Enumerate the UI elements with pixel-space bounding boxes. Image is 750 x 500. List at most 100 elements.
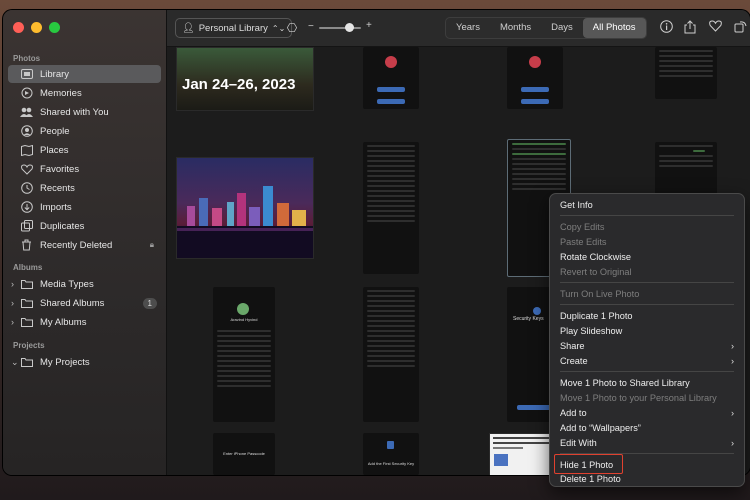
tab-years[interactable]: Years [446, 18, 490, 38]
zoom-slider-knob[interactable] [345, 23, 354, 32]
sidebar-item-label: Shared with You [40, 106, 109, 118]
menu-item-label: Add to [560, 408, 587, 418]
view-tabs: Years Months Days All Photos [445, 17, 647, 39]
minimize-button[interactable] [31, 22, 42, 33]
chevron-right-icon[interactable]: › [11, 279, 14, 289]
slideshow-icon[interactable]: ⎔ [284, 20, 300, 36]
photo-thumbnail-article[interactable] [489, 433, 553, 475]
chevron-right-icon: › [730, 438, 734, 448]
zoom-out-button[interactable]: − [308, 21, 314, 32]
folder-icon [20, 316, 33, 329]
person-icon: 👤︎ [182, 22, 195, 34]
tab-days[interactable]: Days [541, 18, 583, 38]
map-icon [20, 144, 33, 157]
chevron-right-icon[interactable]: › [11, 298, 14, 308]
menu-item-add-to[interactable]: Add to › [556, 406, 738, 420]
library-selector-label: Personal Library [198, 22, 268, 34]
import-icon [20, 201, 33, 214]
sidebar-section-projects: Projects [13, 341, 45, 350]
clock-icon [20, 182, 33, 195]
menu-item-play-slideshow[interactable]: Play Slideshow [556, 324, 738, 338]
date-header: Jan 24–26, 2023 [182, 76, 296, 93]
tab-all-photos[interactable]: All Photos [582, 18, 646, 38]
photo-thumbnail-city-skyline[interactable] [176, 157, 314, 259]
sidebar-item-imports[interactable]: Imports [8, 198, 161, 216]
menu-item-duplicate[interactable]: Duplicate 1 Photo [556, 309, 738, 323]
photo-thumbnail[interactable] [655, 47, 717, 99]
photo-thumbnail[interactable] [363, 287, 419, 422]
sidebar-item-label: Favorites [40, 163, 80, 175]
photo-thumbnail[interactable] [507, 47, 563, 109]
menu-item-rotate-clockwise[interactable]: Rotate Clockwise [556, 250, 738, 264]
menu-item-edit-with[interactable]: Edit With › [556, 436, 738, 450]
chevron-down-icon[interactable]: ⌄ [11, 357, 19, 368]
info-icon[interactable] [658, 20, 674, 36]
menu-item-turn-on-live-photo: Turn On Live Photo [560, 289, 640, 299]
sidebar-item-library[interactable]: Library [8, 65, 161, 83]
chevron-right-icon[interactable]: › [11, 317, 14, 327]
sidebar-section-photos: Photos [13, 54, 41, 63]
key-icon [533, 307, 541, 315]
sidebar-item-label: My Albums [40, 316, 87, 328]
chevron-right-icon: › [730, 356, 734, 366]
sidebar-item-memories[interactable]: Memories [8, 84, 161, 102]
menu-separator [560, 304, 734, 305]
chevron-right-icon: › [730, 408, 734, 418]
photo-thumbnail[interactable] [363, 142, 419, 274]
menu-item-delete-photo[interactable]: Delete 1 Photo [556, 472, 738, 486]
menu-item-get-info[interactable]: Get Info [556, 198, 738, 212]
sidebar-item-label: Media Types [40, 278, 94, 290]
sidebar-item-duplicates[interactable]: Duplicates [8, 217, 161, 235]
close-button[interactable] [13, 22, 24, 33]
sidebar-item-shared-albums[interactable]: › Shared Albums 1 [8, 294, 161, 312]
sidebar-item-my-albums[interactable]: › My Albums [8, 313, 161, 331]
security-key-text: Add the First Security Key [367, 461, 415, 466]
chevron-right-icon: › [730, 341, 734, 351]
photo-thumbnail-passcode[interactable]: Enter iPhone Passcode [213, 433, 275, 475]
folder-icon [20, 297, 33, 310]
heart-icon[interactable] [707, 20, 723, 36]
sidebar-item-label: Places [40, 144, 69, 156]
heart-icon [20, 163, 33, 176]
zoom-slider[interactable] [319, 23, 361, 32]
photo-thumbnail[interactable]: Jan 24–26, 2023 [176, 47, 314, 111]
context-menu: Get Info Copy Edits Paste Edits Rotate C… [549, 193, 745, 487]
sidebar: Photos Library Memories Shared with You … [3, 10, 167, 475]
menu-item-create[interactable]: Create › [556, 354, 738, 368]
sidebar-item-media-types[interactable]: › Media Types [8, 275, 161, 293]
sidebar-item-favorites[interactable]: Favorites [8, 160, 161, 178]
sidebar-item-recently-deleted[interactable]: Recently Deleted 🔒︎ [8, 236, 161, 254]
tab-months[interactable]: Months [490, 18, 541, 38]
photo-thumbnail-profile[interactable]: Aravind Hyvind [213, 287, 275, 422]
share-icon[interactable] [682, 20, 698, 36]
library-selector[interactable]: 👤︎ Personal Library ⌃⌄ [175, 18, 293, 38]
menu-separator [560, 215, 734, 216]
highlight-box [554, 454, 623, 474]
menu-item-share[interactable]: Share › [556, 339, 738, 353]
photo-thumbnail[interactable] [363, 47, 419, 109]
menu-separator [560, 371, 734, 372]
menu-item-move-to-shared-library[interactable]: Move 1 Photo to Shared Library [556, 376, 738, 390]
passcode-text: Enter iPhone Passcode [223, 451, 265, 456]
sidebar-item-places[interactable]: Places [8, 141, 161, 159]
sidebar-item-label: Shared Albums [40, 297, 105, 309]
window-controls [13, 22, 60, 33]
security-keys-title: Security Keys [513, 316, 544, 322]
rotate-icon[interactable] [732, 20, 748, 36]
zoom-button[interactable] [49, 22, 60, 33]
zoom-in-button[interactable]: + [366, 20, 372, 31]
heart-icon [529, 56, 541, 68]
menu-item-label: Share [560, 341, 585, 351]
menu-item-label: Create [560, 356, 588, 366]
lock-icon [387, 441, 394, 449]
sidebar-item-label: Library [40, 68, 70, 80]
photo-thumbnail-security-key[interactable]: Add the First Security Key [363, 433, 419, 475]
sidebar-item-people[interactable]: People [8, 122, 161, 140]
avatar [237, 303, 249, 315]
sidebar-item-label: Memories [40, 87, 82, 99]
menu-item-add-to-wallpapers[interactable]: Add to “Wallpapers” [556, 421, 738, 435]
sidebar-item-label: Recents [40, 182, 75, 194]
sidebar-item-recents[interactable]: Recents [8, 179, 161, 197]
sidebar-item-shared-with-you[interactable]: Shared with You [8, 103, 161, 121]
sidebar-item-my-projects[interactable]: ⌄ My Projects [8, 353, 161, 371]
